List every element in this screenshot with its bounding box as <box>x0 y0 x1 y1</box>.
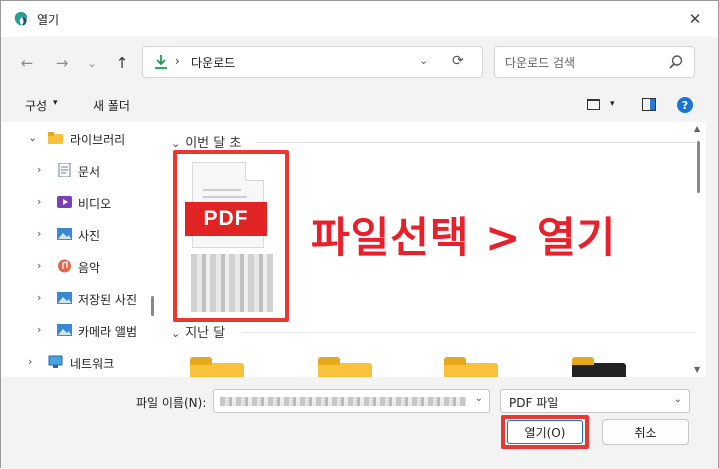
sidebar-item-label: 비디오 <box>78 197 112 211</box>
documents-icon <box>58 163 71 177</box>
sidebar-item-network[interactable]: › 네트워크 <box>1 349 151 377</box>
camera-roll-icon <box>57 324 72 336</box>
filename-label: 파일 이름(N): <box>136 396 207 410</box>
up-button[interactable]: ↑ <box>111 52 133 74</box>
network-icon <box>48 355 63 368</box>
chevron-down-icon: ⌄ <box>87 56 97 70</box>
sidebar-item-label: 사진 <box>78 229 101 243</box>
address-bar[interactable]: › 다운로드 ⌄ ⟳ <box>142 46 483 78</box>
divider <box>241 332 696 333</box>
recent-locations-button[interactable]: ⌄ <box>81 52 103 74</box>
close-icon: ✕ <box>688 10 702 28</box>
breadcrumb-downloads[interactable]: 다운로드 <box>191 54 235 71</box>
chevron-down-icon[interactable]: ⌄ <box>28 131 37 144</box>
folder-icon[interactable] <box>444 357 498 377</box>
sidebar-item-label: 저장된 사진 <box>78 293 138 307</box>
sidebar-scrollbar[interactable] <box>151 296 154 316</box>
pictures-icon <box>57 228 72 240</box>
sidebar-item-music[interactable]: › 음악 <box>1 253 151 281</box>
scroll-down-icon[interactable]: ▼ <box>694 365 700 374</box>
content-scrollbar[interactable] <box>697 141 700 193</box>
search-icon <box>669 55 683 69</box>
group-header-label: 이번 달 초 <box>185 136 242 151</box>
cancel-button[interactable]: 취소 <box>602 419 689 445</box>
chevron-down-icon: ⌄ <box>673 394 682 405</box>
app-icon <box>14 12 28 26</box>
sidebar-item-documents[interactable]: › 문서 <box>1 157 151 185</box>
folder-icon[interactable] <box>572 357 626 377</box>
breadcrumb-separator: › <box>175 54 180 68</box>
help-glyph: ? <box>681 98 689 112</box>
highlight-box <box>173 150 289 322</box>
window-title: 열기 <box>37 13 60 27</box>
music-icon <box>58 259 71 273</box>
group-header-this-month[interactable]: ⌄ 이번 달 초 <box>171 132 241 151</box>
chevron-right-icon[interactable]: › <box>37 195 41 208</box>
address-dropdown-icon[interactable]: ⌄ <box>419 54 428 67</box>
videos-icon <box>57 196 72 208</box>
search-input[interactable]: 다운로드 검색 <box>494 46 695 78</box>
folder-icon <box>48 132 63 144</box>
folder-icon[interactable] <box>190 357 244 377</box>
open-button-face: 열기(O) <box>507 420 583 444</box>
file-list: ⌄ 이번 달 초 PDF 파일선택 > 열기 ⌄ 지난 달 <box>161 122 706 377</box>
navigation-pane: ⌄ 라이브러리 › 문서 › 비디오 › 사진 › 음악 › 저장된 사진 › … <box>1 122 161 377</box>
sidebar-item-label: 음악 <box>78 261 101 275</box>
chevron-right-icon[interactable]: › <box>37 291 41 304</box>
file-type-select[interactable]: PDF 파일 ⌄ <box>500 389 690 413</box>
blurred-filename <box>220 397 466 406</box>
sidebar-item-library[interactable]: ⌄ 라이브러리 <box>1 125 151 153</box>
forward-button[interactable]: → <box>51 52 73 74</box>
open-button-label: 열기(O) <box>524 425 566 440</box>
back-button[interactable]: ← <box>16 52 38 74</box>
arrow-right-icon: → <box>55 54 69 72</box>
sidebar-item-label: 라이브러리 <box>70 133 126 147</box>
chevron-right-icon[interactable]: › <box>37 227 41 240</box>
scroll-up-icon[interactable]: ▲ <box>694 124 700 133</box>
sidebar-item-label: 문서 <box>78 165 101 179</box>
chevron-down-icon: ⌄ <box>171 137 181 150</box>
chevron-down-icon[interactable]: ⌄ <box>475 393 483 404</box>
search-placeholder: 다운로드 검색 <box>505 56 576 70</box>
sidebar-item-camera-roll[interactable]: › 카메라 앨범 <box>1 317 151 345</box>
divider <box>256 142 696 143</box>
chevron-right-icon[interactable]: › <box>37 259 41 272</box>
view-options-icon[interactable] <box>587 99 600 110</box>
saved-pictures-icon <box>57 292 72 304</box>
new-folder-button[interactable]: 새 폴더 <box>93 97 130 114</box>
file-type-value: PDF 파일 <box>509 396 559 410</box>
open-file-dialog: 열기 ✕ ← → ⌄ ↑ › 다운로드 ⌄ ⟳ 다운로드 검색 구성 ▾ 새 폴… <box>0 0 719 469</box>
chevron-right-icon[interactable]: › <box>37 323 41 336</box>
arrow-left-icon: ← <box>20 54 34 72</box>
chevron-right-icon[interactable]: › <box>28 355 32 368</box>
refresh-icon[interactable]: ⟳ <box>452 53 464 69</box>
sidebar-item-videos[interactable]: › 비디오 <box>1 189 151 217</box>
chevron-right-icon[interactable]: › <box>37 163 41 176</box>
sidebar-item-label: 카메라 앨범 <box>78 325 138 339</box>
preview-pane-icon[interactable] <box>642 98 656 111</box>
group-header-label: 지난 달 <box>185 326 226 341</box>
folder-icon[interactable] <box>318 357 372 377</box>
sidebar-item-pictures[interactable]: › 사진 <box>1 221 151 249</box>
filename-field[interactable]: ⌄ <box>213 389 490 413</box>
chevron-down-icon: ⌄ <box>171 327 181 340</box>
command-bar: 구성 ▾ 새 폴더 ▾ ? <box>1 89 718 121</box>
sidebar-item-label: 네트워크 <box>70 357 115 371</box>
group-header-last-month[interactable]: ⌄ 지난 달 <box>171 322 225 341</box>
close-button[interactable]: ✕ <box>672 1 718 37</box>
view-caret-icon[interactable]: ▾ <box>610 99 615 109</box>
caret-down-icon: ▾ <box>53 98 58 108</box>
help-icon[interactable]: ? <box>677 97 693 113</box>
sidebar-item-saved-pictures[interactable]: › 저장된 사진 <box>1 285 151 313</box>
cancel-button-label: 취소 <box>634 425 657 440</box>
dialog-footer: 파일 이름(N): ⌄ PDF 파일 ⌄ 열기(O) 취소 <box>1 377 718 469</box>
arrow-up-icon: ↑ <box>115 54 129 72</box>
annotation-text: 파일선택 > 열기 <box>311 213 617 262</box>
title-bar: 열기 ✕ <box>1 1 718 37</box>
open-button[interactable]: 열기(O) <box>501 415 589 449</box>
address-row: ← → ⌄ ↑ › 다운로드 ⌄ ⟳ 다운로드 검색 <box>1 37 718 89</box>
organize-button[interactable]: 구성 <box>25 97 47 114</box>
download-icon <box>155 55 167 69</box>
